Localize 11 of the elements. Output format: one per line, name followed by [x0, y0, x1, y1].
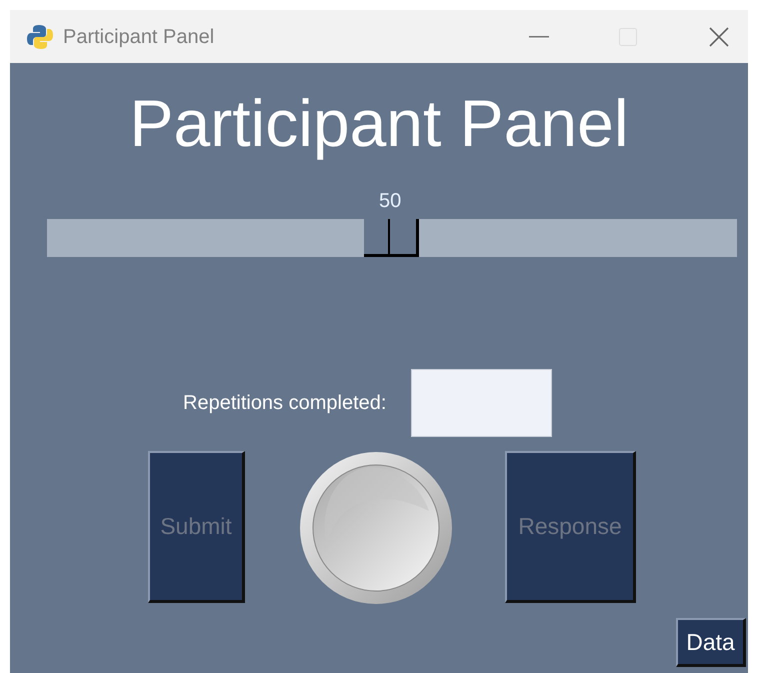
slider-reading: 50 [379, 189, 402, 213]
round-lamp-icon [299, 451, 453, 605]
panel-heading: Participant Panel [128, 85, 630, 161]
close-icon[interactable] [709, 26, 729, 46]
window-title: Participant Panel [63, 24, 214, 50]
slider-thumb[interactable] [364, 219, 419, 257]
data-button[interactable]: Data [676, 618, 746, 667]
repetitions-label: Repetitions completed: [183, 391, 386, 416]
snake-logo-icon [26, 22, 54, 50]
repetitions-field[interactable] [411, 369, 552, 437]
minimize-icon[interactable] [529, 36, 549, 38]
